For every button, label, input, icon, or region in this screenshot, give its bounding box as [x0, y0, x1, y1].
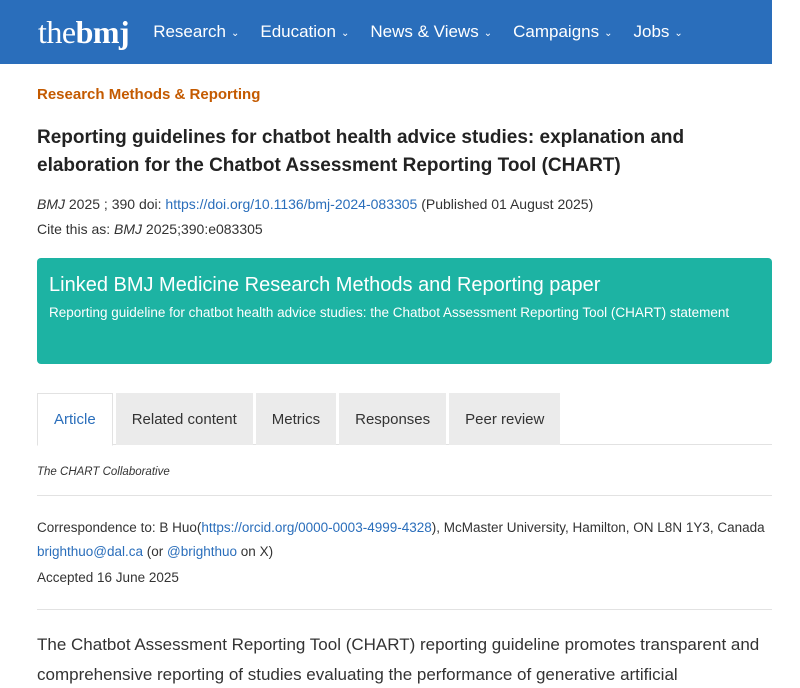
- top-navigation-bar: the bmj Research ⌄ Education ⌄ News & Vie…: [0, 0, 772, 64]
- corr-or: (or: [143, 544, 168, 559]
- chevron-down-icon: ⌄: [674, 27, 683, 39]
- correspondence: Correspondence to: B Huo(https://orcid.o…: [37, 516, 772, 564]
- bmj-logo[interactable]: the bmj: [38, 14, 130, 50]
- chevron-down-icon: ⌄: [230, 27, 240, 39]
- article-title: Reporting guidelines for chatbot health …: [37, 127, 685, 176]
- linked-paper-title[interactable]: Reporting guideline for chatbot health a…: [49, 302, 739, 324]
- orcid-link[interactable]: https://orcid.org/0000-0003-4999-4328: [201, 520, 431, 535]
- tab-article[interactable]: Article: [37, 393, 113, 446]
- citation-line: BMJ 2025 ; 390 doi: https://doi.org/10.1…: [37, 196, 593, 212]
- abstract-text: The Chatbot Assessment Reporting Tool (C…: [37, 635, 760, 684]
- nav-campaigns[interactable]: Campaigns ⌄: [513, 22, 612, 42]
- logo-the: the: [38, 14, 76, 50]
- divider: [37, 495, 772, 496]
- nav-jobs[interactable]: Jobs ⌄: [634, 22, 683, 42]
- tab-responses[interactable]: Responses: [339, 393, 447, 445]
- nav-jobs-label: Jobs: [633, 22, 670, 41]
- nav-research-label: Research: [153, 22, 226, 41]
- cite-prefix: Cite this as:: [37, 221, 115, 237]
- corr-suffix: on X): [237, 544, 274, 559]
- divider: [37, 609, 772, 610]
- chevron-down-icon: ⌄: [604, 27, 613, 39]
- cite-as-line: Cite this as: BMJ 2025;390:e083305: [37, 221, 263, 237]
- accepted-date: Accepted 16 June 2025: [37, 570, 179, 585]
- nav-education[interactable]: Education ⌄: [260, 22, 349, 42]
- tab-related-content[interactable]: Related content: [115, 393, 253, 445]
- logo-bmj: bmj: [75, 14, 130, 50]
- nav-research[interactable]: Research ⌄: [153, 22, 239, 42]
- tab-metrics[interactable]: Metrics: [255, 393, 337, 445]
- nav-education-label: Education: [260, 22, 336, 41]
- email-link[interactable]: brighthuo@dal.ca: [37, 544, 143, 559]
- volume-text: 2025 ; 390 doi:: [65, 196, 166, 212]
- authors[interactable]: The CHART Collaborative: [37, 466, 170, 478]
- article-tabs: Article Related content Metrics Response…: [37, 393, 772, 446]
- section-label[interactable]: Research Methods & Reporting: [37, 86, 260, 103]
- corr-address: ), McMaster University, Hamilton, ON L8N…: [431, 520, 765, 535]
- published-date: (Published 01 August 2025): [417, 196, 594, 212]
- chevron-down-icon: ⌄: [340, 27, 350, 39]
- main-nav: Research ⌄ Education ⌄ News & Views ⌄ Ca…: [153, 22, 704, 42]
- linked-paper-box[interactable]: Linked BMJ Medicine Research Methods and…: [37, 258, 772, 364]
- cite-ref: 2025;390:e083305: [142, 221, 263, 237]
- nav-news-views[interactable]: News & Views ⌄: [370, 22, 492, 42]
- corr-prefix: Correspondence to: B Huo(: [37, 520, 202, 535]
- cite-journal: BMJ: [114, 221, 143, 237]
- journal-name: BMJ: [37, 196, 65, 212]
- social-handle-link[interactable]: @brighthuo: [167, 544, 237, 559]
- doi-link[interactable]: https://doi.org/10.1136/bmj-2024-083305: [165, 196, 417, 212]
- linked-paper-heading: Linked BMJ Medicine Research Methods and…: [49, 274, 601, 296]
- tab-peer-review[interactable]: Peer review: [449, 393, 561, 445]
- chevron-down-icon: ⌄: [483, 27, 493, 39]
- nav-campaigns-label: Campaigns: [513, 22, 600, 41]
- nav-news-views-label: News & Views: [370, 22, 479, 41]
